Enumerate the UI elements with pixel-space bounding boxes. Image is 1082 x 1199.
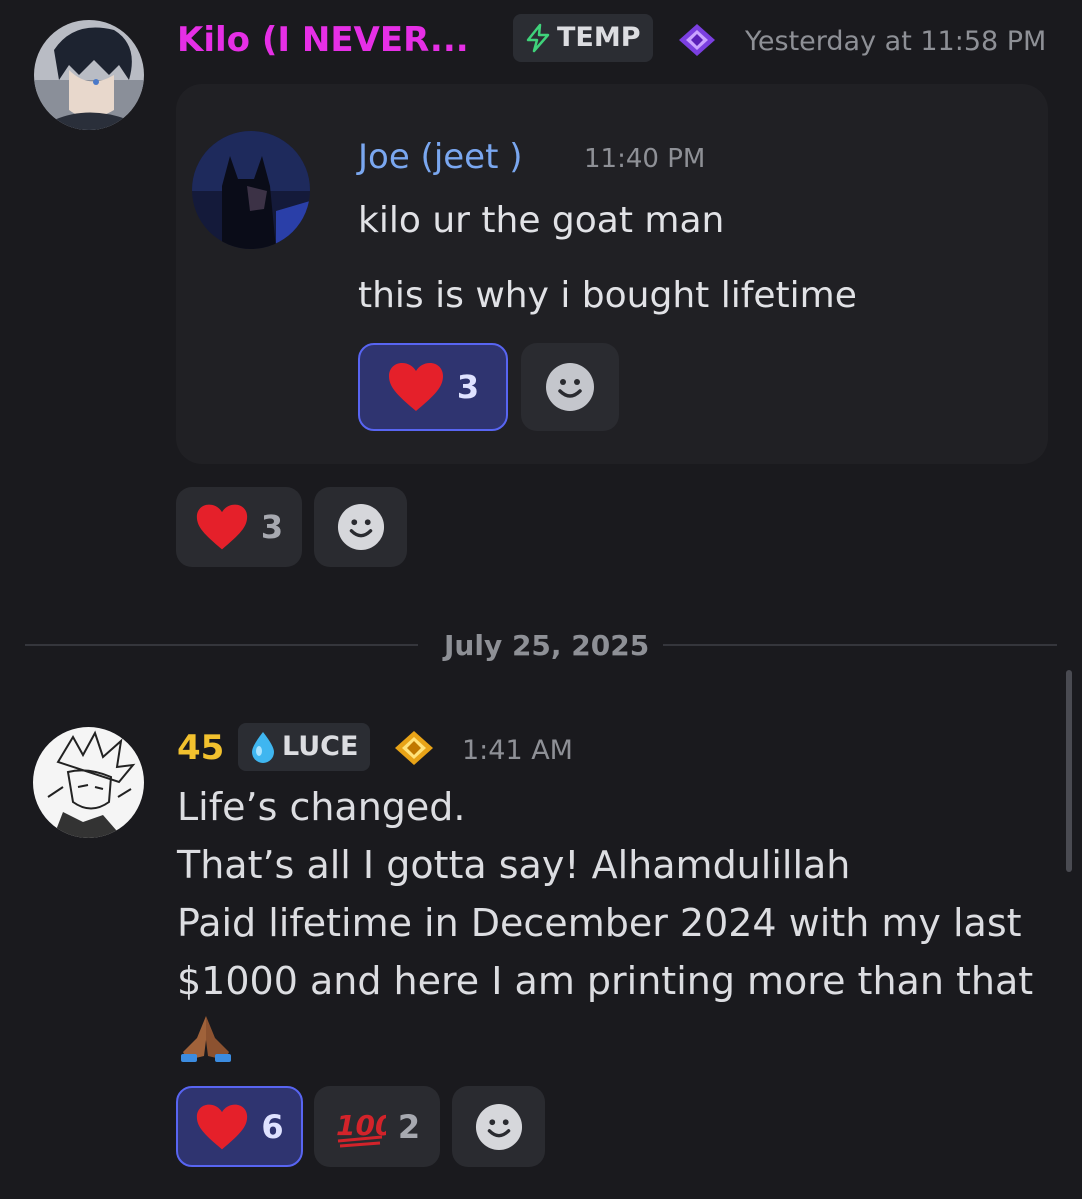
reaction-count: 3 <box>456 368 480 406</box>
embed-heart-reaction[interactable]: 3 <box>358 343 508 431</box>
heart-emoji-icon <box>387 361 445 413</box>
message-line: $1000 and here I am printing more than t… <box>177 959 1034 1003</box>
role-tag-temp[interactable]: TEMP <box>513 14 653 62</box>
role-tag-label: LUCE <box>282 731 359 762</box>
hundred-points-reaction[interactable]: 100 2 <box>314 1086 440 1167</box>
reaction-count: 6 <box>261 1107 284 1146</box>
lightning-icon <box>523 23 553 53</box>
date-divider-label: July 25, 2025 <box>444 629 650 662</box>
kilo-avatar[interactable] <box>34 20 144 130</box>
water-drop-icon <box>248 730 278 764</box>
embed-add-reaction-button[interactable] <box>521 343 619 431</box>
hundred-points-emoji-icon: 100 <box>334 1105 386 1149</box>
folded-hands-icon <box>177 1010 235 1064</box>
embed-timestamp: 11:40 PM <box>584 144 706 174</box>
role-tag-luce[interactable]: LUCE <box>238 723 371 771</box>
add-reaction-button[interactable] <box>452 1086 545 1167</box>
reaction-count: 3 <box>260 508 284 546</box>
role-tag-label: TEMP <box>557 22 641 53</box>
message-line: Life’s changed. <box>177 785 466 829</box>
embed-message-line: kilo ur the goat man <box>358 200 725 241</box>
embed-message-line: this is why i bought lifetime <box>358 275 857 316</box>
message-line: That’s all I gotta say! Alhamdulillah <box>177 843 851 887</box>
divider-line-left <box>25 644 418 646</box>
smiley-add-reaction-icon <box>545 362 595 412</box>
scrollbar-thumb[interactable] <box>1066 670 1072 872</box>
message-timestamp: Yesterday at 11:58 PM <box>745 26 1047 57</box>
smiley-add-reaction-icon <box>475 1103 523 1151</box>
divider-line-right <box>663 644 1057 646</box>
heart-reaction[interactable]: 3 <box>176 487 302 567</box>
heart-emoji-icon <box>195 502 249 552</box>
gold-gem-badge-icon[interactable] <box>393 729 435 767</box>
message-line: Paid lifetime in December 2024 with my l… <box>177 901 1022 945</box>
user45-avatar[interactable] <box>33 727 144 838</box>
user45-username[interactable]: 45 <box>177 728 224 768</box>
heart-emoji-icon <box>195 1102 249 1152</box>
embed-author-name[interactable]: Joe (jeet ) <box>358 135 523 179</box>
joe-avatar[interactable] <box>192 131 310 249</box>
chat-view: Kilo (I NEVER... TEMP Yesterday at 11:58… <box>0 0 1082 1199</box>
kilo-username[interactable]: Kilo (I NEVER... <box>177 20 469 60</box>
heart-reaction[interactable]: 6 <box>176 1086 303 1167</box>
add-reaction-button[interactable] <box>314 487 407 567</box>
reaction-count: 2 <box>397 1107 421 1146</box>
purple-gem-badge-icon[interactable] <box>677 22 717 58</box>
smiley-add-reaction-icon <box>337 503 385 551</box>
message-timestamp: 1:41 AM <box>462 735 573 766</box>
